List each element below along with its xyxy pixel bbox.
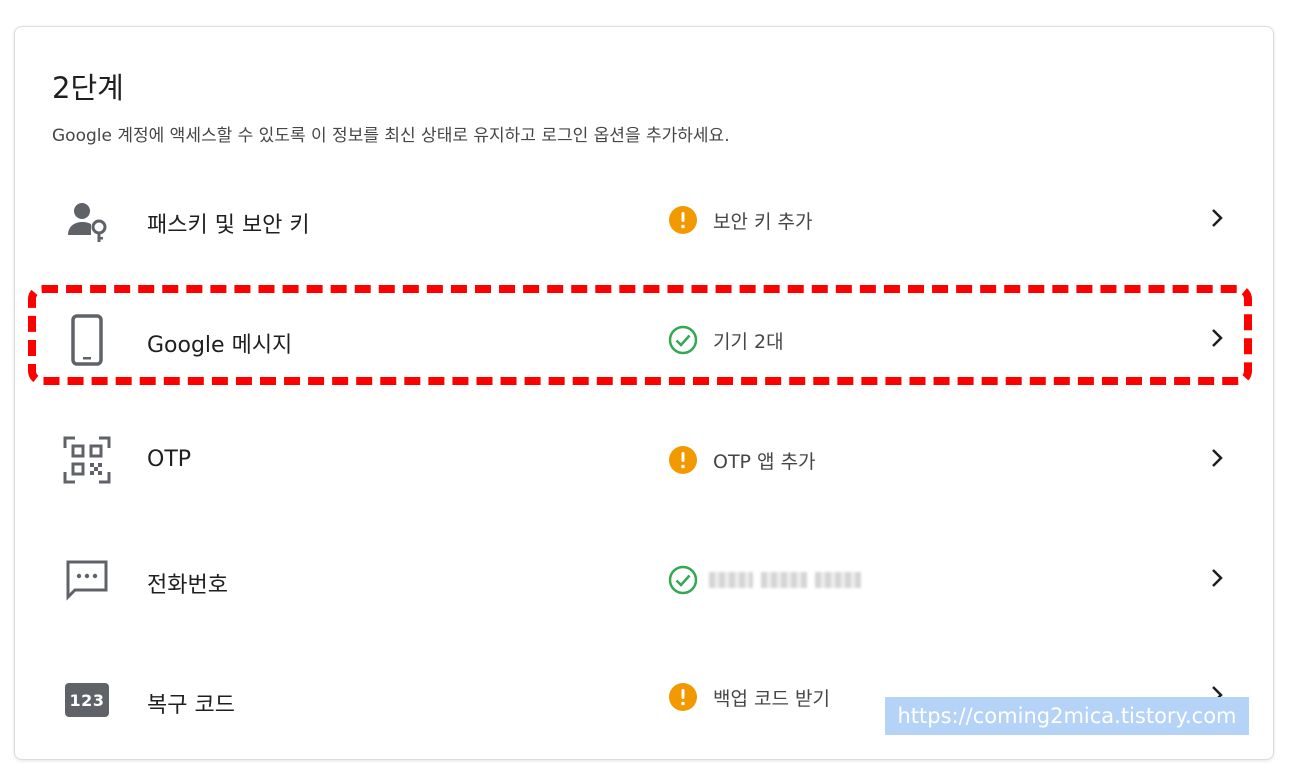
row-status: OTP 앱 추가 bbox=[713, 451, 816, 473]
warning-icon bbox=[669, 446, 697, 474]
chevron-right-icon[interactable] bbox=[1205, 446, 1229, 470]
qr-code-icon bbox=[63, 436, 111, 484]
row-label: 전화번호 bbox=[147, 573, 228, 598]
check-circle-icon bbox=[668, 325, 698, 355]
row-phone-number[interactable]: 전화번호 bbox=[15, 529, 1273, 629]
row-google-messages[interactable]: Google 메시지 기기 2대 bbox=[15, 289, 1273, 389]
section-title: 2단계 bbox=[52, 71, 124, 105]
row-label: 복구 코드 bbox=[147, 693, 235, 718]
chevron-right-icon[interactable] bbox=[1205, 566, 1229, 590]
message-icon bbox=[63, 557, 111, 605]
warning-icon bbox=[669, 683, 697, 711]
number-123-icon: 123 bbox=[63, 676, 111, 724]
row-status: 기기 2대 bbox=[713, 331, 784, 353]
person-key-icon bbox=[63, 197, 111, 245]
row-status: 백업 코드 받기 bbox=[713, 688, 830, 710]
watermark: https://coming2mica.tistory.com bbox=[885, 697, 1249, 735]
row-status: 보안 키 추가 bbox=[713, 211, 813, 233]
redacted-phone-number bbox=[709, 572, 861, 588]
row-label: Google 메시지 bbox=[147, 333, 293, 358]
check-circle-icon bbox=[668, 565, 698, 595]
row-passkeys[interactable]: 패스키 및 보안 키 보안 키 추가 bbox=[15, 169, 1273, 269]
phone-icon bbox=[63, 314, 111, 366]
chevron-right-icon[interactable] bbox=[1205, 326, 1229, 350]
row-otp[interactable]: OTP OTP 앱 추가 bbox=[15, 409, 1273, 509]
section-subtitle: Google 계정에 액세스할 수 있도록 이 정보를 최신 상태로 유지하고 … bbox=[52, 126, 730, 146]
chevron-right-icon[interactable] bbox=[1205, 206, 1229, 230]
row-label: 패스키 및 보안 키 bbox=[147, 213, 310, 238]
row-label: OTP bbox=[147, 447, 192, 472]
warning-icon bbox=[669, 206, 697, 234]
two-step-card: 2단계 Google 계정에 액세스할 수 있도록 이 정보를 최신 상태로 유… bbox=[14, 26, 1274, 760]
